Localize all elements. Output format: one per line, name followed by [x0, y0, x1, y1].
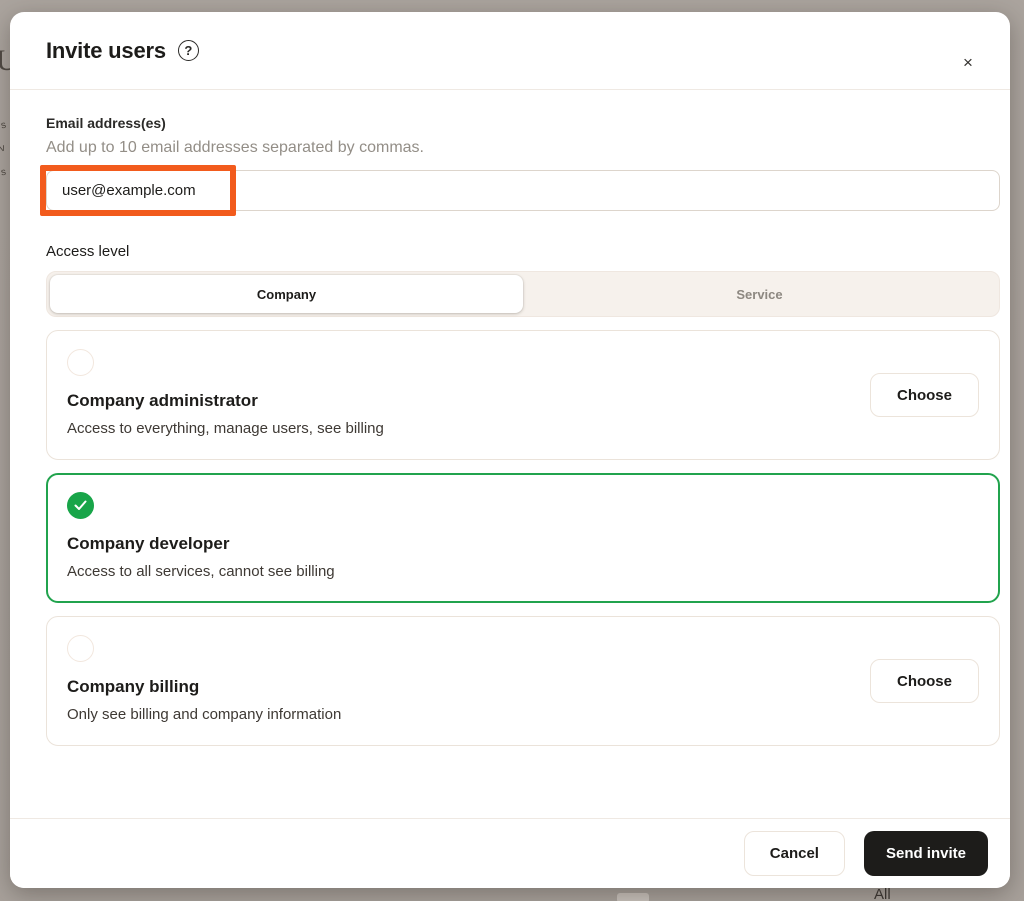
- role-description: Access to all services, cannot see billi…: [67, 563, 335, 580]
- email-input-wrapper: [40, 165, 1000, 216]
- close-icon[interactable]: ×: [956, 51, 980, 75]
- role-card-company-billing[interactable]: Company billing Only see billing and com…: [46, 616, 1000, 746]
- access-level-label: Access level: [46, 243, 130, 260]
- choose-button[interactable]: Choose: [869, 373, 979, 417]
- backdrop-pill: [617, 893, 649, 901]
- invite-users-dialog: Invite users ? × Email address(es) Add u…: [10, 12, 1010, 888]
- cancel-button[interactable]: Cancel: [743, 831, 845, 876]
- role-title: Company developer: [67, 534, 230, 553]
- help-icon[interactable]: ?: [177, 40, 199, 61]
- role-card-company-administrator[interactable]: Company administrator Access to everythi…: [46, 330, 1000, 460]
- email-helper-text: Add up to 10 email addresses separated b…: [46, 139, 424, 156]
- radio-selected-check-icon[interactable]: [67, 492, 94, 519]
- role-description: Access to everything, manage users, see …: [67, 420, 384, 437]
- tab-service[interactable]: Service: [523, 275, 996, 313]
- email-label: Email address(es): [46, 115, 166, 131]
- role-title: Company administrator: [67, 391, 258, 410]
- role-description: Only see billing and company information: [67, 706, 342, 723]
- tab-company-label: Company: [256, 286, 317, 302]
- page-title: Invite users: [46, 37, 166, 63]
- backdrop-text-fragment: s: [0, 119, 8, 132]
- backdrop-text-fragment: All: [874, 886, 891, 901]
- access-level-tabs: Company Service: [46, 271, 1000, 317]
- send-invite-button[interactable]: Send invite: [863, 831, 988, 876]
- dialog-footer: Cancel Send invite: [10, 818, 1010, 888]
- role-card-company-developer[interactable]: Company developer Access to all services…: [46, 473, 1000, 603]
- backdrop-text-fragment: s: [0, 166, 7, 179]
- backdrop-text-fragment: v: [0, 142, 7, 155]
- radio-unselected-icon[interactable]: [67, 349, 94, 376]
- role-title: Company billing: [67, 677, 200, 696]
- tab-company[interactable]: Company: [50, 275, 523, 313]
- tab-service-label: Service: [736, 286, 783, 302]
- radio-unselected-icon[interactable]: [67, 635, 94, 662]
- dialog-body: Email address(es) Add up to 10 email add…: [10, 90, 1010, 746]
- choose-button[interactable]: Choose: [869, 659, 979, 703]
- dialog-header: Invite users ? ×: [10, 12, 1010, 89]
- email-input[interactable]: [46, 170, 1000, 211]
